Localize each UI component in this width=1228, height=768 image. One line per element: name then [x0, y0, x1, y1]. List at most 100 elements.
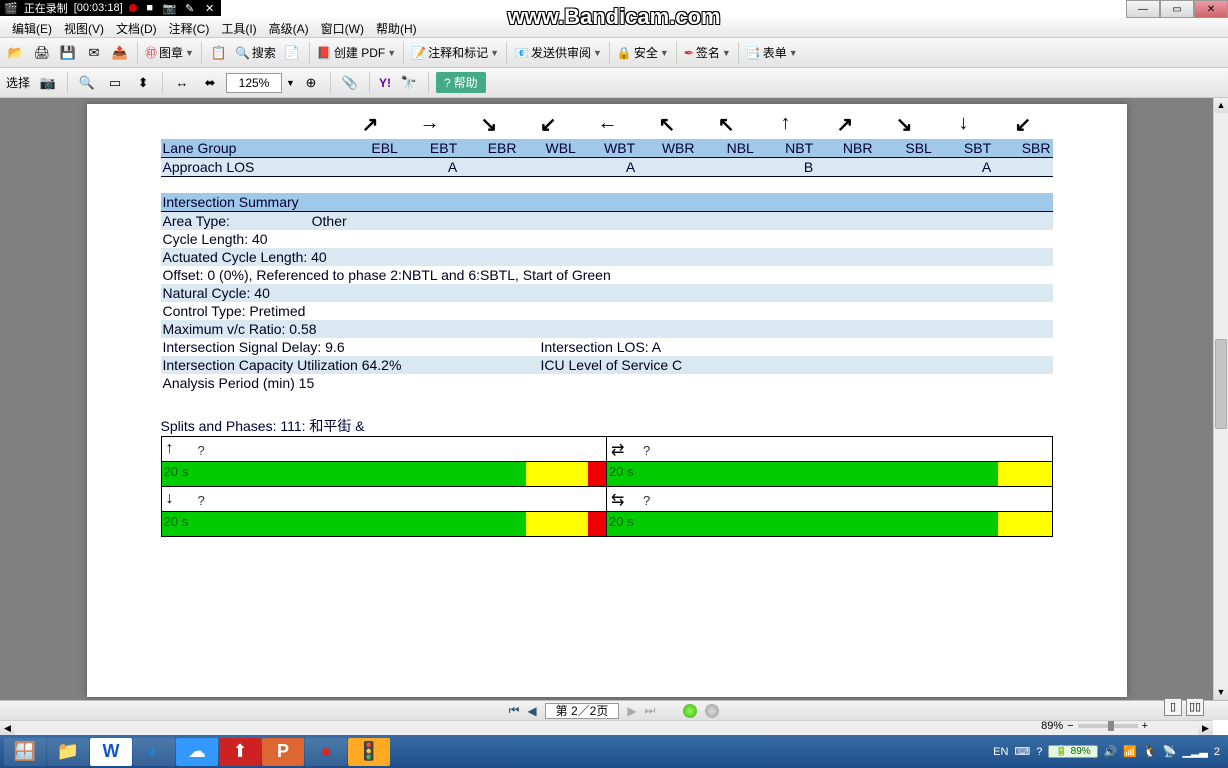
max-vc-ratio: Maximum v/c Ratio: 0.58	[163, 321, 317, 337]
scroll-up-icon[interactable]: ▲	[1214, 98, 1228, 113]
two-page-icon[interactable]: ▯▯	[1186, 698, 1204, 716]
scroll-left-icon[interactable]: ◀	[0, 721, 15, 735]
minus-icon[interactable]: −	[1067, 720, 1073, 732]
menu-document[interactable]: 文档(D)	[110, 18, 163, 37]
create-pdf-button[interactable]: 📕创建 PDF▼	[315, 44, 398, 61]
snapshot-icon[interactable]: 📷	[36, 71, 60, 95]
lane-arrow-row: ↗ → ↘ ↙ ← ↖ ↖ ↑ ↗ ↘ ↓ ↙	[161, 112, 1053, 137]
stop-icon[interactable]: ■	[143, 2, 157, 14]
actual-size-icon[interactable]: ⊕	[299, 71, 323, 95]
attach-icon[interactable]: 📎	[338, 71, 362, 95]
stamp-button[interactable]: ㊞图章▼	[143, 44, 196, 61]
word-icon[interactable]: W	[90, 738, 132, 766]
minimize-button[interactable]: —	[1126, 0, 1160, 18]
arrow-sbt-icon: ↓	[934, 112, 993, 137]
arrow-ebt-icon: →	[400, 112, 459, 137]
copy-icon[interactable]: 📋	[207, 41, 231, 65]
zoom-dropdown-icon[interactable]: ▼	[286, 78, 295, 88]
menu-window[interactable]: 窗口(W)	[315, 18, 370, 37]
last-page-icon[interactable]: ⏭	[645, 703, 656, 718]
email-icon[interactable]: ✉	[82, 41, 106, 65]
select-button[interactable]: 选择	[4, 74, 32, 91]
toolbar-primary: 📂 🖨 💾 ✉ 📤 ㊞图章▼ 📋 🔍搜索 📄 📕创建 PDF▼ 📝注释和标记▼ …	[0, 38, 1228, 68]
synchro-icon[interactable]: 🚦	[348, 738, 390, 766]
menu-comment[interactable]: 注释(C)	[163, 18, 216, 37]
menu-edit[interactable]: 编辑(E)	[6, 18, 58, 37]
yahoo-icon[interactable]: Y!	[377, 76, 393, 90]
help-tray-icon[interactable]: ?	[1036, 746, 1042, 758]
signal-icon[interactable]: ▁▂▃	[1182, 745, 1207, 758]
sign-button[interactable]: ✒签名▼	[682, 44, 733, 61]
icu-los: ICU Level of Service C	[541, 357, 1051, 373]
cloud-icon[interactable]: ☁	[176, 738, 218, 766]
marquee-icon[interactable]: ▭	[103, 71, 127, 95]
forms-button[interactable]: 📑表单▼	[744, 44, 800, 61]
menu-advanced[interactable]: 高级(A)	[263, 18, 315, 37]
battery-indicator[interactable]: 🔋 89%	[1048, 745, 1097, 758]
bandicam-watermark: www.Bandicam.com	[507, 4, 720, 30]
arrow-ebr-icon: ↘	[459, 112, 518, 137]
natural-cycle: Natural Cycle: 40	[163, 285, 270, 301]
record-icon[interactable]: ●	[305, 738, 347, 766]
phase-table: ↑? ⇄? 20 s 20 s ↓? ⇆? 20 s 20 s	[161, 436, 1053, 537]
binocular-icon[interactable]: 🔭	[397, 71, 421, 95]
zoom-in-icon[interactable]: 🔍	[75, 71, 99, 95]
maximize-button[interactable]: ▭	[1160, 0, 1194, 18]
secure-button[interactable]: 🔒安全▼	[615, 44, 671, 61]
scroll-down-icon[interactable]: ▼	[1214, 685, 1228, 700]
zoom-input[interactable]: 125%	[226, 73, 282, 93]
explorer-icon[interactable]: 📁	[47, 738, 89, 766]
folder-up-icon[interactable]: 📤	[108, 41, 132, 65]
system-tray: EN ⌨ ? 🔋 89% 🔊 📶 🐧 📡 ▁▂▃ 2	[993, 745, 1224, 758]
fit-page-icon[interactable]: ⬍	[131, 71, 155, 95]
menu-view[interactable]: 视图(V)	[58, 18, 110, 37]
qq-icon[interactable]: 🐧	[1143, 745, 1157, 758]
close-icon[interactable]: ✕	[203, 2, 217, 15]
start-button[interactable]: 🪟	[4, 738, 46, 766]
separator	[403, 42, 404, 64]
annotate-button[interactable]: 📝注释和标记▼	[409, 44, 501, 61]
camera-icon[interactable]: 📷	[163, 2, 177, 15]
continuous-icon[interactable]: ⬌	[198, 71, 222, 95]
forward-icon[interactable]	[705, 704, 719, 718]
clock[interactable]: 2	[1214, 746, 1220, 758]
help-button[interactable]: ?帮助	[436, 72, 486, 93]
open-icon[interactable]: 📂	[4, 41, 28, 65]
browser-icon[interactable]: ◐	[133, 738, 175, 766]
pencil-icon[interactable]: ✎	[183, 2, 197, 15]
vertical-scrollbar[interactable]: ▲ ▼	[1213, 98, 1228, 700]
lang-icon[interactable]: ⌨	[1014, 745, 1030, 758]
send-review-button[interactable]: 📧发送供审阅▼	[512, 44, 604, 61]
zoom-slider[interactable]	[1078, 724, 1138, 728]
separator	[738, 42, 739, 64]
close-button[interactable]: ✕	[1194, 0, 1228, 18]
save-icon[interactable]: 💾	[56, 41, 80, 65]
horizontal-scrollbar[interactable]: ◀ ▶	[0, 720, 1213, 735]
fit-width-icon[interactable]: ↔	[170, 71, 194, 95]
first-page-icon[interactable]: ⏮	[509, 703, 520, 718]
scroll-right-icon[interactable]: ▶	[1198, 721, 1213, 735]
reader-icon[interactable]: ⬆	[219, 738, 261, 766]
next-page-icon[interactable]: ▶	[627, 704, 636, 718]
single-page-icon[interactable]: ▯	[1164, 698, 1182, 716]
menu-tools[interactable]: 工具(I)	[215, 18, 262, 37]
zoom-value: 89%	[1041, 720, 1063, 732]
document-viewport[interactable]: ↗ → ↘ ↙ ← ↖ ↖ ↑ ↗ ↘ ↓ ↙ Lane Group EBL E…	[0, 98, 1213, 700]
lang-indicator[interactable]: EN	[993, 746, 1008, 758]
separator	[201, 42, 202, 64]
volume-icon[interactable]: 🔊	[1104, 745, 1118, 758]
wifi-icon[interactable]: 📡	[1163, 745, 1177, 758]
prev-page-icon[interactable]: ◀	[527, 704, 536, 718]
network-icon[interactable]: 📶	[1123, 745, 1137, 758]
plus-icon[interactable]: +	[1142, 720, 1148, 732]
page-indicator[interactable]: 第 2／2页	[545, 703, 620, 719]
menu-help[interactable]: 帮助(H)	[370, 18, 423, 37]
zoom-status: 89% − +	[1041, 720, 1148, 732]
print-icon[interactable]: 🖨	[30, 41, 54, 65]
scroll-thumb[interactable]	[1215, 339, 1227, 429]
arrow-ebl-icon: ↗	[341, 112, 400, 137]
search-button[interactable]: 🔍搜索	[233, 44, 278, 61]
powerpoint-icon[interactable]: P	[262, 738, 304, 766]
page-nav-icon[interactable]: 📄	[280, 41, 304, 65]
back-icon[interactable]	[683, 704, 697, 718]
